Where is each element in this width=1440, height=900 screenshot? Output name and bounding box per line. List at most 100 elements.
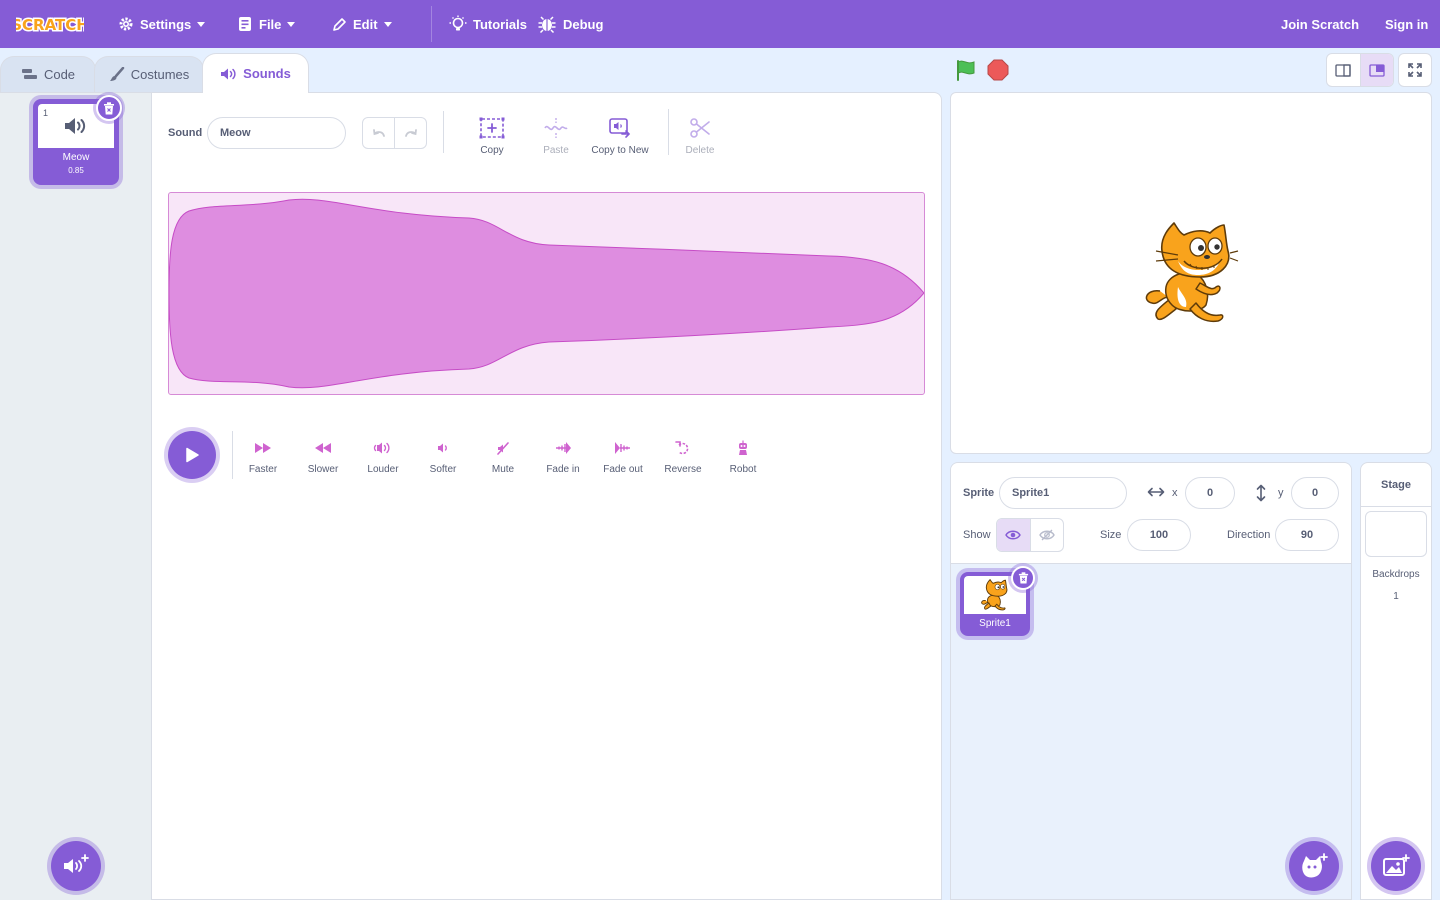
add-sprite-button[interactable]	[1289, 841, 1339, 891]
sound-editor: Sound Meow Copy Paste Copy to New Delete	[152, 92, 942, 900]
menu-divider	[431, 6, 432, 42]
effect-mute-label: Mute	[491, 464, 515, 475]
paste-icon	[544, 118, 568, 138]
pencil-icon	[333, 17, 346, 31]
small-stage-icon	[1335, 63, 1351, 77]
stage-size-toggle	[1326, 53, 1394, 87]
small-stage-button[interactable]	[1327, 54, 1360, 86]
effect-faster-label: Faster	[248, 464, 278, 475]
effect-fade-out[interactable]: Fade out	[593, 438, 653, 475]
stage-canvas[interactable]	[950, 92, 1432, 454]
play-sound-button[interactable]	[168, 431, 216, 479]
add-sound-button[interactable]	[51, 841, 101, 891]
trash-icon	[104, 101, 114, 114]
fade-out-icon	[615, 442, 630, 454]
effect-softer[interactable]: Softer	[413, 438, 473, 475]
sprite-name-input[interactable]: Sprite1	[999, 477, 1127, 509]
redo-button[interactable]	[395, 118, 426, 148]
play-icon	[186, 447, 199, 463]
sprite-pane: Sprite Sprite1 x 0 y 0 Show Size 100 Dir…	[950, 462, 1352, 900]
horizontal-arrows-icon	[1147, 487, 1165, 497]
effect-slower-label: Slower	[307, 464, 339, 475]
edit-menu[interactable]: Edit	[332, 0, 392, 48]
green-flag-icon	[957, 60, 975, 81]
effect-faster[interactable]: Faster	[233, 438, 293, 475]
effect-louder[interactable]: Louder	[353, 438, 413, 475]
large-stage-icon	[1369, 63, 1385, 77]
rewind-icon	[315, 443, 331, 453]
code-blocks-icon	[21, 69, 37, 79]
x-position-input[interactable]: 0	[1185, 477, 1235, 509]
debug-button[interactable]: Debug	[537, 0, 603, 48]
caret-down-icon	[287, 21, 296, 27]
green-flag-button[interactable]	[955, 59, 977, 86]
undo-redo-group	[362, 117, 427, 149]
direction-input[interactable]: 90	[1275, 519, 1339, 551]
effect-reverse-label: Reverse	[664, 464, 702, 475]
tab-costumes[interactable]: Costumes	[94, 56, 204, 92]
effect-slower[interactable]: Slower	[293, 438, 353, 475]
fade-in-icon	[556, 442, 571, 454]
add-backdrop-icon	[1383, 854, 1410, 876]
cat-sprite-icon[interactable]	[1140, 221, 1240, 325]
effect-fade-out-label: Fade out	[603, 464, 643, 475]
fullscreen-button[interactable]	[1398, 53, 1432, 87]
visibility-toggle	[996, 518, 1064, 552]
stage-selector-pane[interactable]: Stage Backdrops 1	[1360, 462, 1432, 900]
tutorials-button[interactable]: Tutorials	[449, 0, 527, 48]
size-input[interactable]: 100	[1127, 519, 1191, 551]
y-position-input[interactable]: 0	[1291, 477, 1339, 509]
eye-slash-icon	[1038, 529, 1055, 541]
large-stage-button[interactable]	[1359, 54, 1393, 86]
caret-down-icon	[383, 21, 392, 27]
speaker-icon	[221, 68, 236, 79]
sound-list-panel: 1 Meow 0.85	[0, 92, 152, 900]
file-icon	[239, 17, 251, 31]
delete-sound-button[interactable]	[96, 95, 122, 121]
sprite-tile-name: Sprite1	[979, 618, 1011, 629]
robot-icon	[739, 440, 747, 455]
paintbrush-icon	[109, 66, 124, 81]
stop-button[interactable]	[987, 59, 1009, 86]
backdrops-label: Backdrops	[1372, 569, 1420, 580]
undo-icon	[372, 129, 385, 137]
undo-button[interactable]	[363, 118, 395, 148]
stage-title: Stage	[1361, 463, 1431, 507]
lightbulb-icon	[449, 15, 467, 31]
show-sprite-button[interactable]	[997, 519, 1031, 551]
delete-label: Delete	[685, 145, 715, 156]
y-label: y	[1278, 487, 1284, 499]
join-scratch-label: Join Scratch	[1281, 16, 1360, 32]
file-menu[interactable]: File	[238, 0, 296, 48]
effect-reverse[interactable]: Reverse	[653, 438, 713, 475]
hide-sprite-button[interactable]	[1031, 519, 1064, 551]
x-label: x	[1172, 487, 1178, 499]
effect-robot[interactable]: Robot	[713, 438, 773, 475]
delete-button[interactable]: Delete	[660, 113, 740, 156]
gear-icon	[119, 17, 133, 31]
settings-menu[interactable]: Settings	[118, 0, 206, 48]
sound-name-input[interactable]: Meow	[207, 117, 346, 149]
waveform-shape	[169, 198, 924, 389]
delete-sprite-button[interactable]	[1011, 566, 1035, 590]
mute-icon	[497, 442, 509, 455]
scratch-logo[interactable]: SCRATCH	[16, 11, 84, 37]
tab-sounds-label: Sounds	[243, 66, 291, 81]
effect-mute[interactable]: Mute	[473, 438, 533, 475]
add-backdrop-button[interactable]	[1371, 841, 1421, 891]
tab-sounds[interactable]: Sounds	[202, 53, 309, 93]
stage-thumbnail[interactable]	[1365, 511, 1427, 557]
waveform-display[interactable]	[168, 192, 925, 395]
sound-tile-index: 1	[43, 108, 49, 118]
eye-icon	[1005, 530, 1022, 540]
copy-to-new-button[interactable]: Copy to New	[580, 113, 660, 156]
direction-label: Direction	[1227, 529, 1271, 541]
copy-selection-icon	[479, 117, 505, 139]
tab-code[interactable]: Code	[0, 56, 96, 92]
vertical-arrows-icon	[1256, 484, 1266, 502]
effect-fade-in[interactable]: Fade in	[533, 438, 593, 475]
sign-in-link[interactable]: Sign in	[1385, 0, 1428, 48]
redo-icon	[404, 129, 417, 137]
join-scratch-link[interactable]: Join Scratch	[1281, 0, 1359, 48]
effect-robot-label: Robot	[729, 464, 757, 475]
